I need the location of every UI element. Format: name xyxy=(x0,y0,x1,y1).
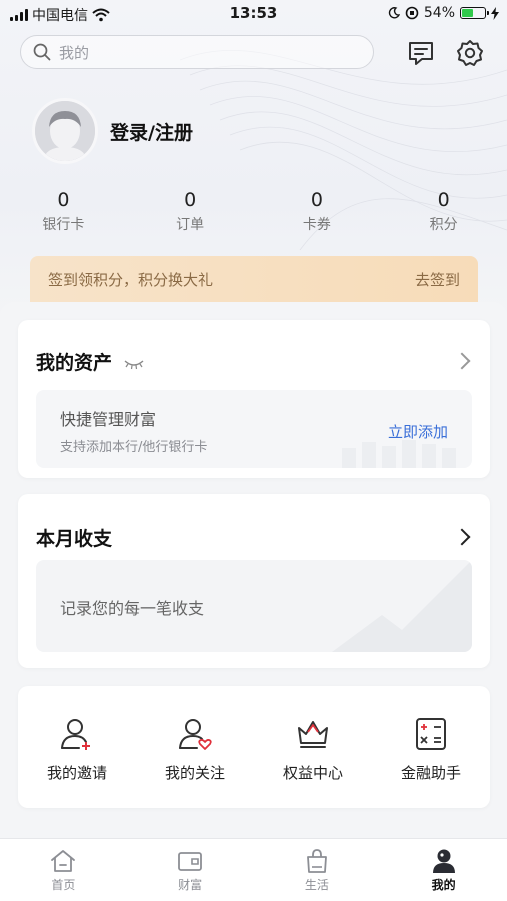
search-placeholder: 我的 xyxy=(59,43,90,62)
my-invite-button[interactable]: 我的邀请 xyxy=(18,716,136,783)
quick-wealth-subtitle: 支持添加本行/他行银行卡 xyxy=(60,440,208,455)
my-invite-label: 我的邀请 xyxy=(46,764,107,782)
follow-user-icon xyxy=(179,719,212,750)
settings-button[interactable] xyxy=(455,38,485,68)
home-icon xyxy=(51,850,76,872)
checkin-text: 签到领积分，积分换大礼 xyxy=(48,270,214,289)
wallet-icon xyxy=(178,852,203,871)
settings-icon xyxy=(457,40,483,66)
checkin-button[interactable]: 去签到 xyxy=(415,269,460,290)
stat-bank-cards[interactable]: 0 银行卡 xyxy=(0,188,127,238)
income-title[interactable]: 本月收支 xyxy=(36,524,112,551)
stat-value: 0 xyxy=(310,189,323,211)
benefits-center-button[interactable]: 权益中心 xyxy=(254,716,372,783)
income-placeholder: 记录您的每一笔收支 xyxy=(60,599,205,618)
stat-label: 订单 xyxy=(176,217,205,233)
stat-label: 卡券 xyxy=(302,217,331,233)
stat-value: 0 xyxy=(437,189,450,211)
checkin-banner[interactable]: 签到领积分，积分换大礼 去签到 xyxy=(30,256,478,302)
chevron-right-icon[interactable] xyxy=(453,352,471,370)
finance-assistant-label: 金融助手 xyxy=(400,764,461,782)
stat-points[interactable]: 0 积分 xyxy=(380,188,507,238)
battery-icon xyxy=(460,7,489,19)
user-icon xyxy=(432,849,455,873)
tab-life[interactable]: 生活 xyxy=(254,839,381,901)
my-follow-label: 我的关注 xyxy=(164,764,225,782)
search-input[interactable]: 我的 xyxy=(20,35,374,69)
tab-life-label: 生活 xyxy=(304,878,329,892)
tab-bar: 首页 财富 生活 我的 xyxy=(0,838,507,901)
avatar[interactable] xyxy=(32,98,98,164)
assets-card: 我的资产 快捷管理财富 支持添加本行/他行银行卡 立即添加 xyxy=(18,320,490,478)
stat-value: 0 xyxy=(184,189,197,211)
tab-wealth[interactable]: 财富 xyxy=(127,839,254,901)
status-right: 54% xyxy=(388,5,499,21)
stats-row: 0 银行卡 0 订单 0 卡券 0 积分 xyxy=(0,188,507,238)
income-record-box[interactable]: 记录您的每一笔收支 xyxy=(36,560,472,652)
trend-illustration xyxy=(332,560,472,652)
finance-assistant-button[interactable]: 金融助手 xyxy=(372,716,490,783)
benefits-center-label: 权益中心 xyxy=(282,764,343,782)
assets-title-text: 我的资产 xyxy=(36,352,113,374)
tab-mine[interactable]: 我的 xyxy=(380,839,507,901)
battery-percent: 54% xyxy=(423,5,455,21)
add-now-link[interactable]: 立即添加 xyxy=(388,421,448,442)
my-follow-button[interactable]: 我的关注 xyxy=(136,716,254,783)
chevron-right-icon[interactable] xyxy=(453,528,471,546)
stat-coupons[interactable]: 0 卡券 xyxy=(254,188,381,238)
calculator-icon xyxy=(416,718,446,750)
login-register-link[interactable]: 登录/注册 xyxy=(110,118,193,145)
moon-icon xyxy=(388,7,400,19)
tab-home[interactable]: 首页 xyxy=(0,839,127,901)
charging-icon xyxy=(491,6,499,20)
quick-actions-card: 我的邀请 我的关注 权益中心 金融助手 xyxy=(18,686,490,808)
crown-icon xyxy=(298,721,328,748)
stat-orders[interactable]: 0 订单 xyxy=(127,188,254,238)
quick-actions-row: 我的邀请 我的关注 权益中心 金融助手 xyxy=(18,716,490,783)
status-bar: 中国电信 13:53 54% xyxy=(0,0,507,28)
invite-user-icon xyxy=(61,719,90,750)
income-card: 本月收支 记录您的每一笔收支 xyxy=(18,494,490,668)
shopping-bag-icon xyxy=(306,849,327,873)
assets-title[interactable]: 我的资产 xyxy=(36,348,145,375)
stat-label: 积分 xyxy=(429,217,458,233)
quick-wealth-box[interactable]: 快捷管理财富 支持添加本行/他行银行卡 立即添加 xyxy=(36,390,472,468)
message-icon xyxy=(409,42,433,65)
rotation-lock-icon xyxy=(405,6,419,20)
stat-value: 0 xyxy=(57,189,70,211)
search-icon xyxy=(33,43,51,61)
tab-mine-label: 我的 xyxy=(431,878,456,892)
message-button[interactable] xyxy=(406,38,436,68)
tab-wealth-label: 财富 xyxy=(178,878,203,892)
tab-home-label: 首页 xyxy=(51,878,76,892)
eye-closed-icon[interactable] xyxy=(123,358,145,370)
stat-label: 银行卡 xyxy=(42,217,85,233)
quick-wealth-title: 快捷管理财富 xyxy=(60,410,157,429)
default-avatar-icon xyxy=(35,101,95,161)
